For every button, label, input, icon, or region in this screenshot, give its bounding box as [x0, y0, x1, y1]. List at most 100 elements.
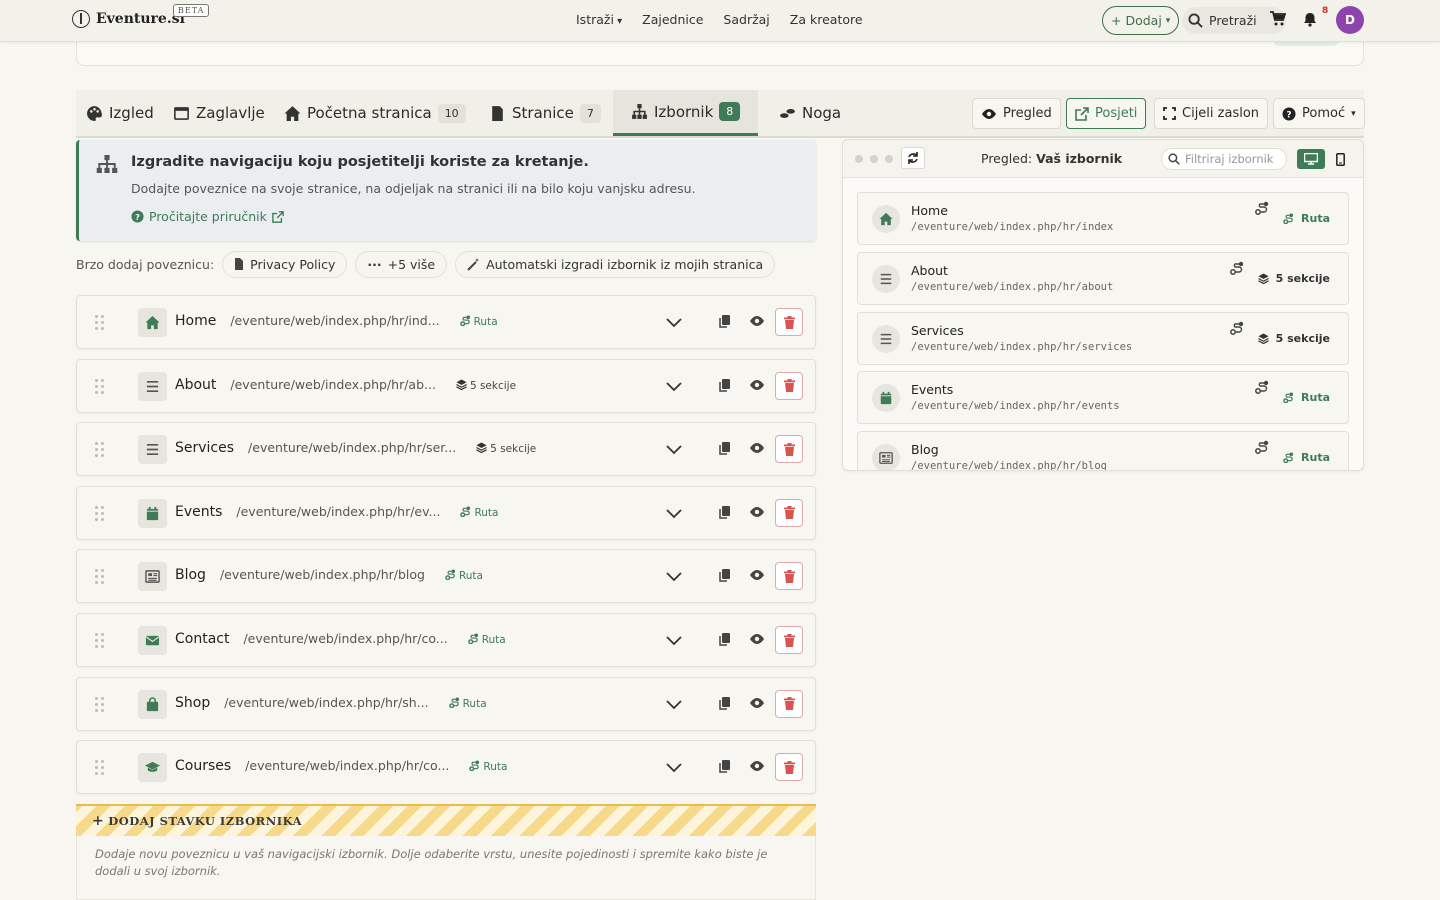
- list-icon: [880, 273, 892, 284]
- menu-item-row[interactable]: Services/eventure/web/index.php/hr/ser..…: [76, 422, 816, 477]
- desktop-view-button[interactable]: [1297, 149, 1325, 169]
- drag-handle-icon[interactable]: [95, 505, 105, 521]
- menu-item-row[interactable]: Contact/eventure/web/index.php/hr/co... R…: [76, 613, 816, 667]
- eye-icon[interactable]: [749, 631, 765, 647]
- filter-input[interactable]: Filtriraj izbornik: [1161, 148, 1287, 170]
- help-dropdown[interactable]: ? Pomoć ▾: [1273, 98, 1365, 129]
- nav-link-explore[interactable]: Istraži: [576, 12, 622, 27]
- preview-menu-item[interactable]: Events /eventure/web/index.php/hr/events…: [857, 371, 1349, 425]
- drag-handle-icon[interactable]: [95, 442, 105, 458]
- menu-item-label[interactable]: Courses: [175, 758, 231, 774]
- menu-item-row[interactable]: Courses/eventure/web/index.php/hr/co... R…: [76, 740, 816, 795]
- manual-link[interactable]: ? Pročitajte priručnik: [131, 209, 284, 224]
- nav-link-communities[interactable]: Zajednice: [642, 12, 703, 27]
- eye-icon[interactable]: [749, 504, 765, 520]
- menu-item-label[interactable]: Blog: [175, 567, 206, 583]
- delete-button[interactable]: [775, 562, 803, 591]
- copy-icon[interactable]: [717, 631, 733, 647]
- copy-icon[interactable]: [717, 504, 733, 520]
- chevron-down-icon[interactable]: [665, 633, 683, 649]
- delete-button[interactable]: [775, 626, 803, 654]
- tab-appearance[interactable]: Izgled: [86, 90, 154, 136]
- menu-item-label[interactable]: Home: [175, 313, 216, 329]
- chevron-down-icon[interactable]: [665, 315, 683, 331]
- drag-handle-icon[interactable]: [95, 378, 105, 394]
- chevron-down-icon[interactable]: [665, 442, 683, 458]
- drag-handle-icon[interactable]: [95, 315, 105, 330]
- menu-item-row[interactable]: Events/eventure/web/index.php/hr/ev... Ru…: [76, 485, 816, 540]
- tab-menu[interactable]: Izbornik 8: [613, 90, 759, 136]
- menu-item-label[interactable]: Shop: [175, 695, 210, 711]
- drag-handle-icon[interactable]: [95, 633, 105, 648]
- magic-wand-icon: [467, 257, 480, 271]
- eye-icon[interactable]: [749, 758, 765, 774]
- sitemap-icon: [96, 155, 118, 173]
- delete-button[interactable]: [775, 308, 803, 336]
- layers-icon: [456, 379, 467, 390]
- eye-icon[interactable]: [749, 313, 765, 329]
- quick-add-more[interactable]: ··· +5 više: [355, 250, 448, 278]
- eye-icon[interactable]: [749, 440, 765, 456]
- menu-item-label[interactable]: Events: [175, 504, 222, 520]
- eye-icon[interactable]: [749, 695, 765, 711]
- menu-item-label[interactable]: Services: [175, 440, 234, 456]
- drag-handle-icon[interactable]: [95, 696, 105, 712]
- preview-menu-item[interactable]: Blog /eventure/web/index.php/hr/blog Rut…: [857, 431, 1349, 470]
- tab-header[interactable]: Zaglavlje: [173, 90, 265, 136]
- menu-item-icon-box: [138, 562, 167, 592]
- fullscreen-button[interactable]: Cijeli zaslon: [1154, 98, 1269, 129]
- copy-icon[interactable]: [717, 440, 733, 456]
- add-button[interactable]: + Dodaj ▾: [1102, 6, 1180, 35]
- nav-link-content[interactable]: Sadržaj: [723, 12, 769, 27]
- avatar[interactable]: D: [1336, 6, 1364, 34]
- add-menu-item-button[interactable]: + DODAJ STAVKU IZBORNIKA: [76, 804, 816, 836]
- copy-icon[interactable]: [717, 377, 733, 393]
- copy-icon[interactable]: [717, 567, 733, 583]
- preview-menu-item[interactable]: Services /eventure/web/index.php/hr/serv…: [857, 311, 1349, 365]
- menu-item-label[interactable]: Contact: [175, 631, 229, 647]
- eye-icon[interactable]: [749, 377, 765, 393]
- logo[interactable]: Eventure.si: [72, 10, 185, 28]
- cart-icon[interactable]: [1270, 11, 1286, 26]
- menu-item-row[interactable]: Blog/eventure/web/index.php/hr/blog Ruta: [76, 549, 816, 604]
- auto-build-menu[interactable]: Automatski izgradi izbornik iz mojih str…: [455, 250, 776, 278]
- menu-item-row[interactable]: Shop/eventure/web/index.php/hr/sh... Ruta: [76, 676, 816, 731]
- chevron-down-icon[interactable]: [665, 760, 683, 776]
- copy-icon[interactable]: [717, 758, 733, 774]
- refresh-button[interactable]: [901, 147, 925, 169]
- chevron-down-icon[interactable]: [665, 506, 683, 522]
- drag-handle-icon[interactable]: [95, 760, 105, 776]
- trash-icon: [783, 760, 795, 774]
- bell-icon[interactable]: [1303, 12, 1317, 27]
- delete-button[interactable]: [775, 435, 803, 464]
- home-icon: [145, 315, 160, 330]
- delete-button[interactable]: [775, 371, 803, 400]
- menu-item-row[interactable]: About/eventure/web/index.php/hr/ab... 5 s…: [76, 358, 816, 413]
- tab-footer[interactable]: Noga: [779, 90, 841, 136]
- drag-handle-icon[interactable]: [95, 569, 105, 585]
- nav-link-creators[interactable]: Za kreatore: [790, 12, 863, 27]
- tab-pages[interactable]: Stranice 7: [489, 90, 601, 136]
- preview-item-label: Services: [911, 322, 964, 338]
- preview-menu-item[interactable]: About /eventure/web/index.php/hr/about 5…: [857, 251, 1349, 305]
- quick-add-privacy-policy[interactable]: Privacy Policy: [222, 250, 348, 278]
- copy-icon[interactable]: [717, 695, 733, 711]
- eye-icon[interactable]: [749, 567, 765, 583]
- tab-homepage[interactable]: Početna stranica 10: [284, 90, 466, 136]
- mobile-view-button[interactable]: [1330, 149, 1350, 169]
- caret-down-icon: ▾: [1351, 108, 1356, 119]
- delete-button[interactable]: [775, 498, 803, 527]
- preview-menu-item[interactable]: Home /eventure/web/index.php/hr/index Ru…: [857, 192, 1349, 245]
- copy-icon[interactable]: [717, 313, 733, 329]
- preview-button[interactable]: Pregled: [972, 98, 1061, 129]
- chevron-down-icon[interactable]: [665, 697, 683, 713]
- chevron-down-icon[interactable]: [665, 569, 683, 585]
- visit-button[interactable]: Posjeti: [1066, 98, 1147, 129]
- delete-button[interactable]: [775, 753, 803, 782]
- menu-item-label[interactable]: About: [175, 377, 216, 393]
- file-icon: [492, 105, 503, 121]
- menu-item-row[interactable]: Home/eventure/web/index.php/hr/ind... Rut…: [76, 295, 816, 349]
- newspaper-icon: [879, 452, 893, 465]
- chevron-down-icon[interactable]: [665, 379, 683, 395]
- delete-button[interactable]: [775, 689, 803, 718]
